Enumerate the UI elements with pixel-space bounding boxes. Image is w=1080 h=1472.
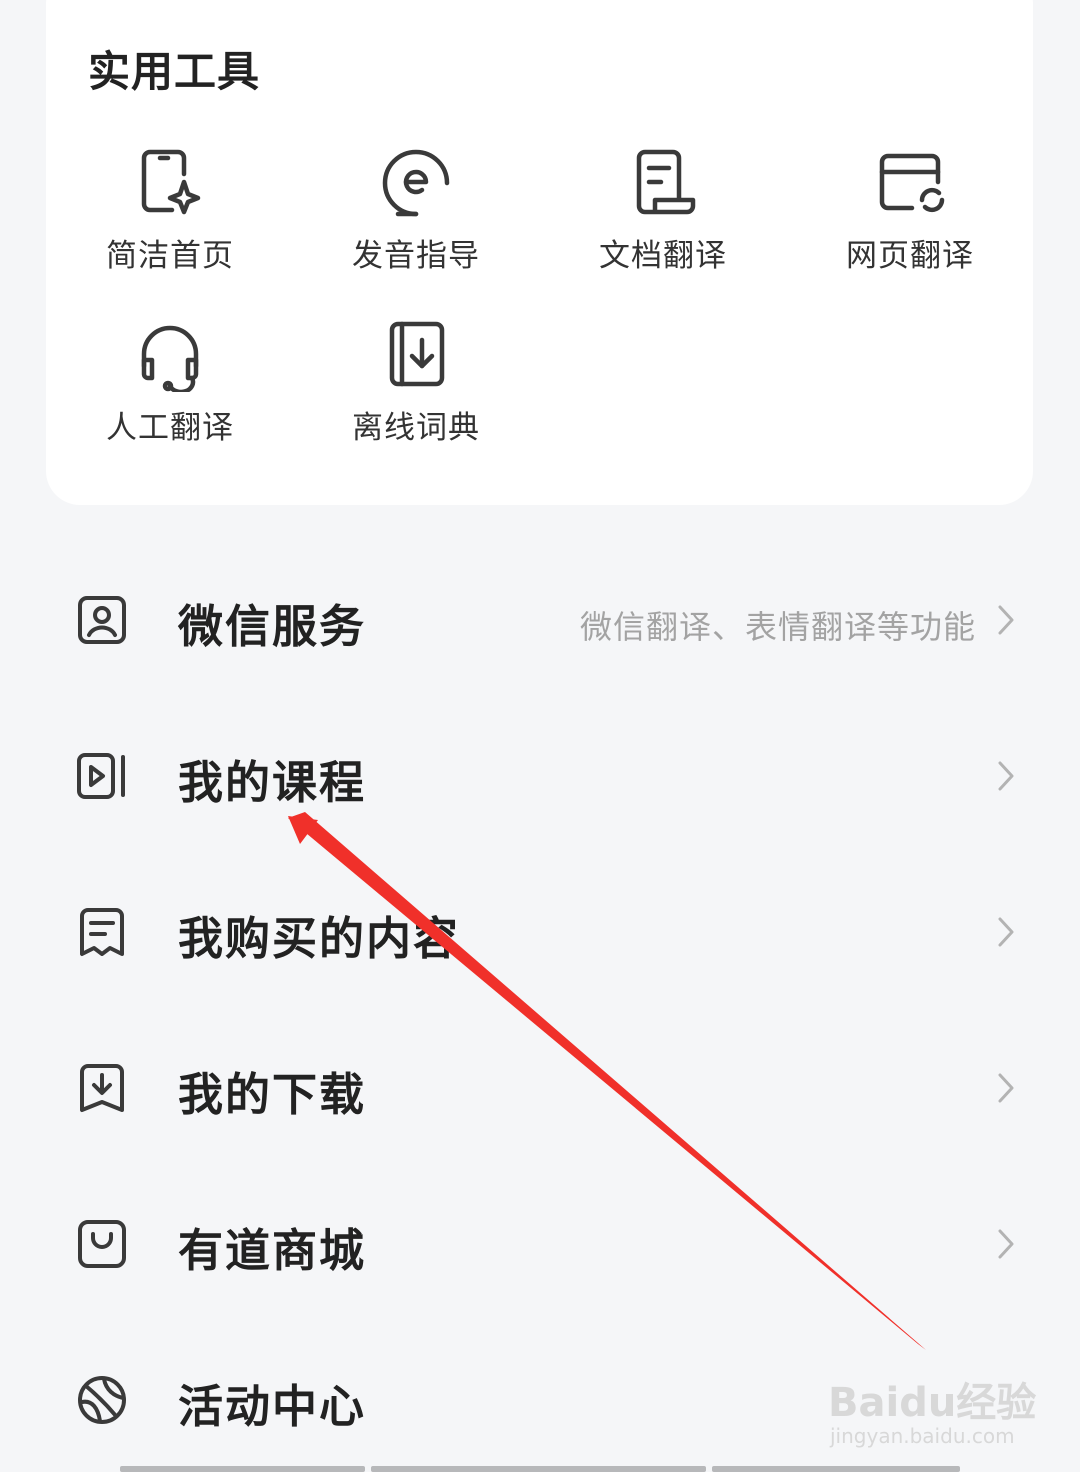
tool-human-translate[interactable]: 人工翻译 — [70, 316, 270, 466]
tool-label: 简洁首页 — [106, 238, 234, 274]
menu-item-title: 我的课程 — [178, 756, 367, 809]
document-icon — [636, 149, 696, 215]
menu-item-my-downloads[interactable]: 我的下载 — [0, 1028, 1080, 1148]
pronunciation-icon — [382, 149, 450, 217]
tool-webpage-translate[interactable]: 网页翻译 — [810, 144, 1010, 294]
download-icon — [76, 1062, 128, 1114]
chevron-right-icon — [996, 916, 1016, 948]
baidu-jingyan-watermark: Baidu经验 jingyan.baidu.com — [828, 1350, 1036, 1450]
offline-dictionary-icon — [389, 321, 445, 387]
chevron-right-icon — [996, 760, 1016, 792]
tab-indicator — [120, 1466, 365, 1472]
tool-label: 网页翻译 — [846, 238, 974, 274]
tool-label: 发音指导 — [352, 238, 480, 274]
phone-sparkle-icon — [141, 149, 201, 215]
menu-item-purchased-content[interactable]: 我购买的内容 — [0, 872, 1080, 992]
purchased-content-icon — [76, 906, 128, 958]
tools-card-title: 实用工具 — [88, 47, 261, 96]
wechat-service-icon — [76, 594, 128, 646]
activity-ball-icon — [76, 1374, 128, 1426]
tool-simple-home[interactable]: 简洁首页 — [70, 144, 270, 294]
tab-indicator — [371, 1466, 706, 1472]
course-video-icon — [76, 750, 128, 802]
menu-item-title: 微信服务 — [178, 600, 367, 653]
shop-bag-icon — [76, 1218, 128, 1270]
watermark-logo: Baidu经验 — [828, 1380, 1037, 1426]
menu-item-my-courses[interactable]: 我的课程 — [0, 716, 1080, 836]
tool-document-translate[interactable]: 文档翻译 — [563, 144, 763, 294]
chevron-right-icon — [996, 1072, 1016, 1104]
menu-item-title: 有道商城 — [178, 1224, 367, 1277]
menu-item-title: 我购买的内容 — [178, 912, 461, 965]
menu-item-wechat-service[interactable]: 微信服务 微信翻译、表情翻译等功能 — [0, 560, 1080, 680]
tool-label: 人工翻译 — [106, 410, 234, 446]
tool-offline-dictionary[interactable]: 离线词典 — [316, 316, 516, 466]
tool-pronunciation[interactable]: 发音指导 — [316, 144, 516, 294]
chevron-right-icon — [996, 1228, 1016, 1260]
headset-icon — [141, 325, 199, 392]
menu-item-subtitle: 微信翻译、表情翻译等功能 — [579, 608, 976, 646]
tool-label: 离线词典 — [352, 410, 480, 446]
tab-indicator — [712, 1466, 960, 1472]
menu-item-title: 活动中心 — [178, 1380, 367, 1433]
watermark-url: jingyan.baidu.com — [830, 1424, 1015, 1448]
menu-item-title: 我的下载 — [178, 1068, 367, 1121]
chevron-right-icon — [996, 604, 1016, 636]
tool-label: 文档翻译 — [599, 238, 727, 274]
menu-item-youdao-shop[interactable]: 有道商城 — [0, 1184, 1080, 1304]
webpage-translate-icon — [879, 153, 945, 213]
